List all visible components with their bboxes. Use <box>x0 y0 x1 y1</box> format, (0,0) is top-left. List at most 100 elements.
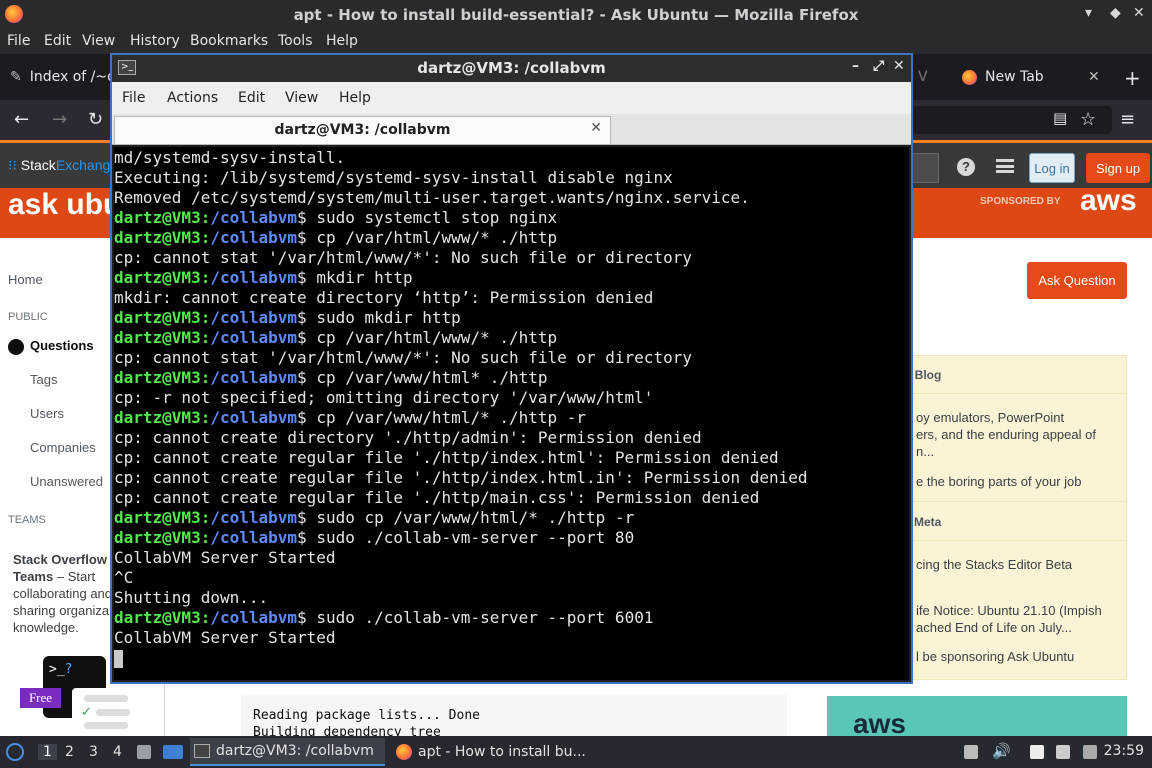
reload-icon[interactable]: ↻ <box>88 109 103 130</box>
blog-item[interactable]: e the boring parts of your job <box>916 473 1116 490</box>
stackexchange-logo[interactable]: ⁝⁝ StackExchange <box>8 157 118 174</box>
term-menu-view[interactable]: View <box>285 90 318 106</box>
meta-item-line: ife Notice: Ubuntu 21.10 (Impish <box>916 603 1102 618</box>
back-icon[interactable]: ← <box>14 109 29 130</box>
terminal-line: CollabVM Server Started <box>114 628 909 648</box>
tab-new-tab[interactable]: New Tab ✕ <box>962 62 1112 92</box>
menu-edit[interactable]: Edit <box>44 33 71 49</box>
minimize-icon[interactable]: ▾ <box>1085 5 1092 21</box>
eject-icon[interactable] <box>964 745 978 759</box>
checklist-bar <box>84 695 128 702</box>
file-manager-icon[interactable] <box>137 745 151 759</box>
terminal-line: cp: cannot create regular file './http/m… <box>114 488 909 508</box>
nav-questions[interactable]: Questions <box>30 338 94 353</box>
tab-close-icon[interactable]: ✕ <box>1088 69 1100 85</box>
command-text: $ sudo cp /var/www/html/* ./http -r <box>297 508 635 527</box>
aws-ad[interactable]: aws <box>827 696 1127 736</box>
taskbar-window-firefox[interactable]: apt - How to install bu... <box>392 738 587 766</box>
terminal-output[interactable]: md/systemd-sysv-install. Executing: /lib/… <box>114 147 909 680</box>
command-text: $ mkdir http <box>297 268 413 287</box>
firefox-tab-icon <box>962 69 977 85</box>
help-icon[interactable]: ? <box>957 158 975 176</box>
menu-bookmarks[interactable]: Bookmarks <box>190 33 268 49</box>
prompt-user: dartz@VM3 <box>114 368 201 387</box>
forward-icon[interactable]: → <box>52 109 67 130</box>
nav-home[interactable]: Home <box>8 272 43 287</box>
aws-logo[interactable]: aws <box>1080 184 1137 218</box>
start-menu-icon[interactable] <box>6 743 24 761</box>
close-icon[interactable]: ✕ <box>893 58 905 74</box>
prompt-path: /collabvm <box>210 368 298 387</box>
show-desktop-icon[interactable] <box>163 745 183 759</box>
meta-item[interactable]: ife Notice: Ubuntu 21.10 (Impish ached E… <box>916 602 1116 636</box>
term-menu-file[interactable]: File <box>122 90 145 106</box>
clipboard-icon[interactable] <box>1030 745 1044 759</box>
terminal-tabbar: dartz@VM3: /collabvm ✕ <box>112 114 911 145</box>
terminal-line: cp: -r not specified; omitting directory… <box>114 388 909 408</box>
menu-tools[interactable]: Tools <box>278 33 313 49</box>
prompt-colon: : <box>200 228 211 247</box>
signup-button[interactable]: Sign up <box>1086 153 1150 183</box>
nav-users[interactable]: Users <box>30 406 64 421</box>
terminal-line: dartz@VM3:/collabvm$ cp /var/www/html* .… <box>114 368 909 388</box>
free-badge[interactable]: Free <box>20 688 61 708</box>
menu-file[interactable]: File <box>7 33 30 49</box>
workspace-2[interactable]: 2 <box>65 744 74 760</box>
menu-help[interactable]: Help <box>326 33 358 49</box>
new-tab-icon[interactable]: + <box>1124 66 1141 90</box>
blog-item[interactable]: oy emulators, PowerPoint ers, and the en… <box>916 409 1116 460</box>
taskbar: 1 2 3 4 dartz@VM3: /collabvm apt - How t… <box>0 736 1152 768</box>
notification-icon[interactable] <box>1083 745 1097 759</box>
meta-item[interactable]: cing the Stacks Editor Beta <box>916 556 1116 573</box>
inbox-icon[interactable] <box>996 159 1014 173</box>
menu-history[interactable]: History <box>130 33 180 49</box>
prompt-path: /collabvm <box>210 268 298 287</box>
output-text: cp: cannot stat '/var/html/www/*': No su… <box>114 348 692 367</box>
checklist-widget[interactable]: ✓ <box>72 688 137 733</box>
bookmark-star-icon[interactable]: ☆ <box>1080 109 1096 130</box>
tab-partial[interactable]: V <box>918 62 928 92</box>
terminal-line: cp: cannot create regular file './http/i… <box>114 468 909 488</box>
tab-close-icon[interactable]: ✕ <box>590 120 602 136</box>
terminal-cursor <box>114 649 123 668</box>
terminal-icon <box>194 744 210 758</box>
output-text: Removed /etc/systemd/system/multi-user.t… <box>114 188 750 207</box>
prompt-user: dartz@VM3 <box>114 208 201 227</box>
prompt-user: dartz@VM3 <box>114 408 201 427</box>
login-button[interactable]: Log in <box>1029 153 1075 183</box>
output-text: Shutting down... <box>114 588 269 607</box>
taskbar-window-label: apt - How to install bu... <box>418 744 586 760</box>
taskbar-window-terminal[interactable]: dartz@VM3: /collabvm <box>190 738 385 766</box>
workspace-4[interactable]: 4 <box>113 744 122 760</box>
reader-view-icon[interactable]: ▤ <box>1053 109 1067 127</box>
close-icon[interactable]: ✕ <box>1133 5 1145 21</box>
tab-index[interactable]: ✎ Index of /~d <box>10 62 116 92</box>
hamburger-menu-icon[interactable]: ≡ <box>1120 109 1135 130</box>
term-menu-help[interactable]: Help <box>339 90 371 106</box>
output-text: ^C <box>114 568 134 587</box>
volume-icon[interactable]: 🔊 <box>992 742 1011 760</box>
workspace-1[interactable]: 1 <box>38 744 57 760</box>
maximize-icon[interactable]: ◆ <box>1110 5 1121 21</box>
clock: 23:59 <box>1103 743 1144 759</box>
terminal-window: >_ dartz@VM3: /collabvm – ⤢ ✕ File Actio… <box>110 53 913 684</box>
network-icon[interactable] <box>1056 745 1070 759</box>
menu-view[interactable]: View <box>82 33 115 49</box>
maximize-icon[interactable]: ⤢ <box>873 58 884 74</box>
term-menu-edit[interactable]: Edit <box>238 90 265 106</box>
firefox-icon <box>396 744 412 760</box>
minimize-icon[interactable]: – <box>852 58 859 74</box>
workspace-3[interactable]: 3 <box>89 744 98 760</box>
prompt-colon: : <box>200 208 211 227</box>
nav-companies[interactable]: Companies <box>30 440 96 455</box>
meta-item[interactable]: l be sponsoring Ask Ubuntu <box>916 648 1116 665</box>
term-menu-actions[interactable]: Actions <box>167 90 218 106</box>
nav-tags[interactable]: Tags <box>30 372 57 387</box>
terminal-tab[interactable]: dartz@VM3: /collabvm ✕ <box>114 116 611 144</box>
nav-unanswered[interactable]: Unanswered <box>30 474 103 489</box>
command-text: $ cp /var/html/www/* ./http <box>297 228 558 247</box>
terminal-line: dartz@VM3:/collabvm$ mkdir http <box>114 268 909 288</box>
command-text: $ sudo ./collab-vm-server --port 6001 <box>297 608 654 627</box>
terminal-line: dartz@VM3:/collabvm$ sudo mkdir http <box>114 308 909 328</box>
ask-question-button[interactable]: Ask Question <box>1027 262 1127 299</box>
